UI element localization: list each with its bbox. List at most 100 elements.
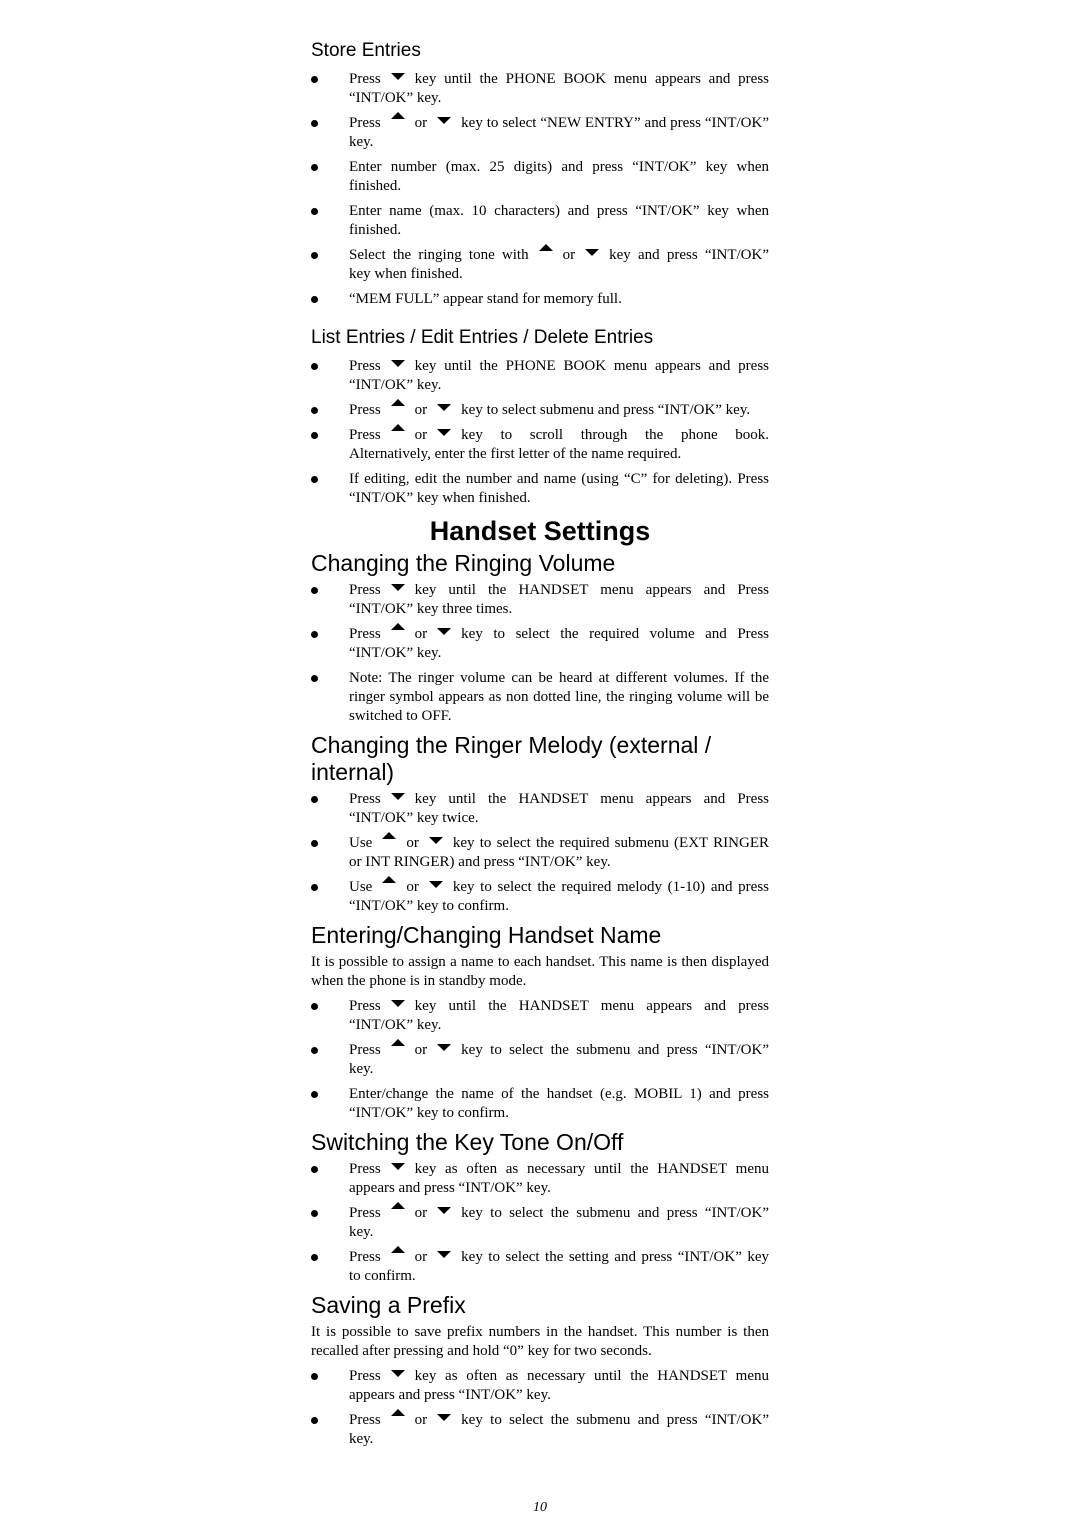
item-text: Press (349, 1161, 381, 1177)
item-text: or (406, 835, 419, 851)
bullet-icon (311, 476, 318, 483)
page-number: 10 (533, 1500, 547, 1515)
item-text: key as often as necessary until the HAND… (349, 1368, 769, 1403)
list-item: Press key until the HANDSET menu appears … (311, 581, 769, 619)
up-arrow-key-icon (390, 1409, 405, 1417)
heading-handset-name: Entering/Changing Handset Name (311, 922, 662, 948)
bullet-icon (311, 407, 318, 414)
item-text: or (406, 879, 419, 895)
up-arrow-key-icon (390, 1039, 405, 1047)
down-arrow-key-icon (437, 628, 452, 636)
up-arrow-key-icon (390, 623, 405, 631)
heading-ringer-melody: Changing the Ringer Melody (external / i… (311, 732, 712, 785)
item-text: “MEM FULL” appear stand for memory full. (349, 291, 622, 307)
bullet-icon (311, 1254, 318, 1261)
item-text: Press (349, 1249, 381, 1265)
down-arrow-key-icon (390, 1163, 405, 1171)
down-arrow-key-icon (437, 1251, 452, 1259)
down-arrow-key-icon (428, 881, 443, 889)
list-item: Note: The ringer volume can be heard at … (311, 669, 769, 726)
bullet-icon (311, 252, 318, 259)
item-text: Press (349, 402, 381, 418)
item-text: or (562, 247, 576, 263)
bullet-icon (311, 208, 318, 215)
list-item: Press key until the PHONE BOOK menu appea… (311, 357, 769, 395)
item-text: key to scroll through the phone book. Al… (349, 427, 769, 462)
heading-ringing-volume: Changing the Ringing Volume (311, 550, 616, 576)
item-text: Press (349, 998, 381, 1014)
heading-key-tone: Switching the Key Tone On/Off (311, 1129, 624, 1155)
bullet-icon (311, 120, 318, 127)
bullet-icon (311, 675, 318, 682)
item-text: key to select the submenu and press “INT… (349, 1412, 769, 1447)
item-text: key until the PHONE BOOK menu appears an… (349, 358, 769, 393)
bullet-icon (311, 1373, 318, 1380)
list-item: Enter number (max. 25 digits) and press … (311, 158, 769, 196)
bullet-icon (311, 1417, 318, 1424)
heading-prefix: Saving a Prefix (311, 1292, 466, 1318)
list-store-entries: Press key until the PHONE BOOK menu appea… (311, 70, 769, 309)
bullet-icon (311, 296, 318, 303)
list-key-tone: Press key as often as necessary until the… (311, 1160, 769, 1286)
bullet-icon (311, 164, 318, 171)
page-title: Handset Settings (429, 516, 651, 546)
list-item: Press key until the HANDSET menu appears … (311, 790, 769, 828)
down-arrow-key-icon (585, 249, 600, 257)
down-arrow-key-icon (437, 117, 452, 125)
bullet-icon (311, 1003, 318, 1010)
list-item: Press key as often as necessary until the… (311, 1160, 769, 1198)
item-text: or (414, 626, 428, 642)
list-item: Press or key to select “NEW ENTRY” and pre… (311, 112, 769, 152)
item-text: Use (349, 879, 373, 895)
bullet-icon (311, 631, 318, 638)
list-item: Press or key to select the required volume… (311, 623, 769, 663)
bullet-icon (311, 363, 318, 370)
down-arrow-key-icon (390, 1370, 405, 1378)
down-arrow-key-icon (390, 73, 405, 81)
item-text: Enter name (max. 10 characters) and pres… (349, 203, 769, 238)
item-text: Press (349, 358, 381, 374)
list-item: Press or key to select the submenu and pre… (311, 1409, 769, 1449)
down-arrow-key-icon (390, 793, 405, 801)
up-arrow-key-icon (390, 424, 405, 432)
bullet-icon (311, 840, 318, 847)
item-text: Use (349, 835, 373, 851)
item-text: or (414, 427, 428, 443)
item-text: Select the ringing tone with (349, 247, 529, 263)
list-item: Press key as often as necessary until the… (311, 1367, 769, 1405)
document-page: Store Entries Press key until the PHONE B… (311, 38, 769, 1455)
up-arrow-key-icon (390, 1202, 405, 1210)
up-arrow-key-icon (538, 244, 553, 252)
item-text: Press (349, 1042, 381, 1058)
item-text: or (414, 1412, 428, 1428)
item-text: Press (349, 791, 381, 807)
list-item: Select the ringing tone with or key and pr… (311, 244, 769, 284)
bullet-icon (311, 76, 318, 83)
item-text: or (414, 1205, 428, 1221)
up-arrow-key-icon (390, 1246, 405, 1254)
heading-list-entries: List Entries / Edit Entries / Delete Ent… (311, 327, 654, 348)
item-text: If editing, edit the number and name (us… (349, 471, 769, 506)
item-text: key until the HANDSET menu appears and P… (349, 582, 769, 617)
item-text: or (414, 402, 428, 418)
bullet-icon (311, 432, 318, 439)
item-text: or (414, 1249, 428, 1265)
list-handset-name: Press key until the HANDSET menu appears … (311, 997, 769, 1123)
item-text: key as often as necessary until the HAND… (349, 1161, 769, 1196)
bullet-icon (311, 1091, 318, 1098)
item-text: Note: The ringer volume can be heard at … (349, 670, 769, 724)
item-text: key to select the setting and press “INT… (349, 1249, 769, 1284)
item-text: Enter/change the name of the handset (e.… (349, 1086, 769, 1121)
list-item: “MEM FULL” appear stand for memory full. (311, 290, 769, 309)
item-text: Press (349, 1412, 381, 1428)
heading-store-entries: Store Entries (311, 40, 421, 61)
down-arrow-key-icon (390, 360, 405, 368)
item-text: key until the HANDSET menu appears and P… (349, 791, 769, 826)
up-arrow-key-icon (382, 876, 397, 884)
up-arrow-key-icon (390, 399, 405, 407)
down-arrow-key-icon (437, 1414, 452, 1422)
item-text: Enter number (max. 25 digits) and press … (349, 159, 769, 194)
list-item: Press or key to select submenu and press “… (311, 399, 769, 420)
down-arrow-key-icon (437, 1044, 452, 1052)
intro-handset-name: It is possible to assign a name to each … (311, 954, 769, 989)
